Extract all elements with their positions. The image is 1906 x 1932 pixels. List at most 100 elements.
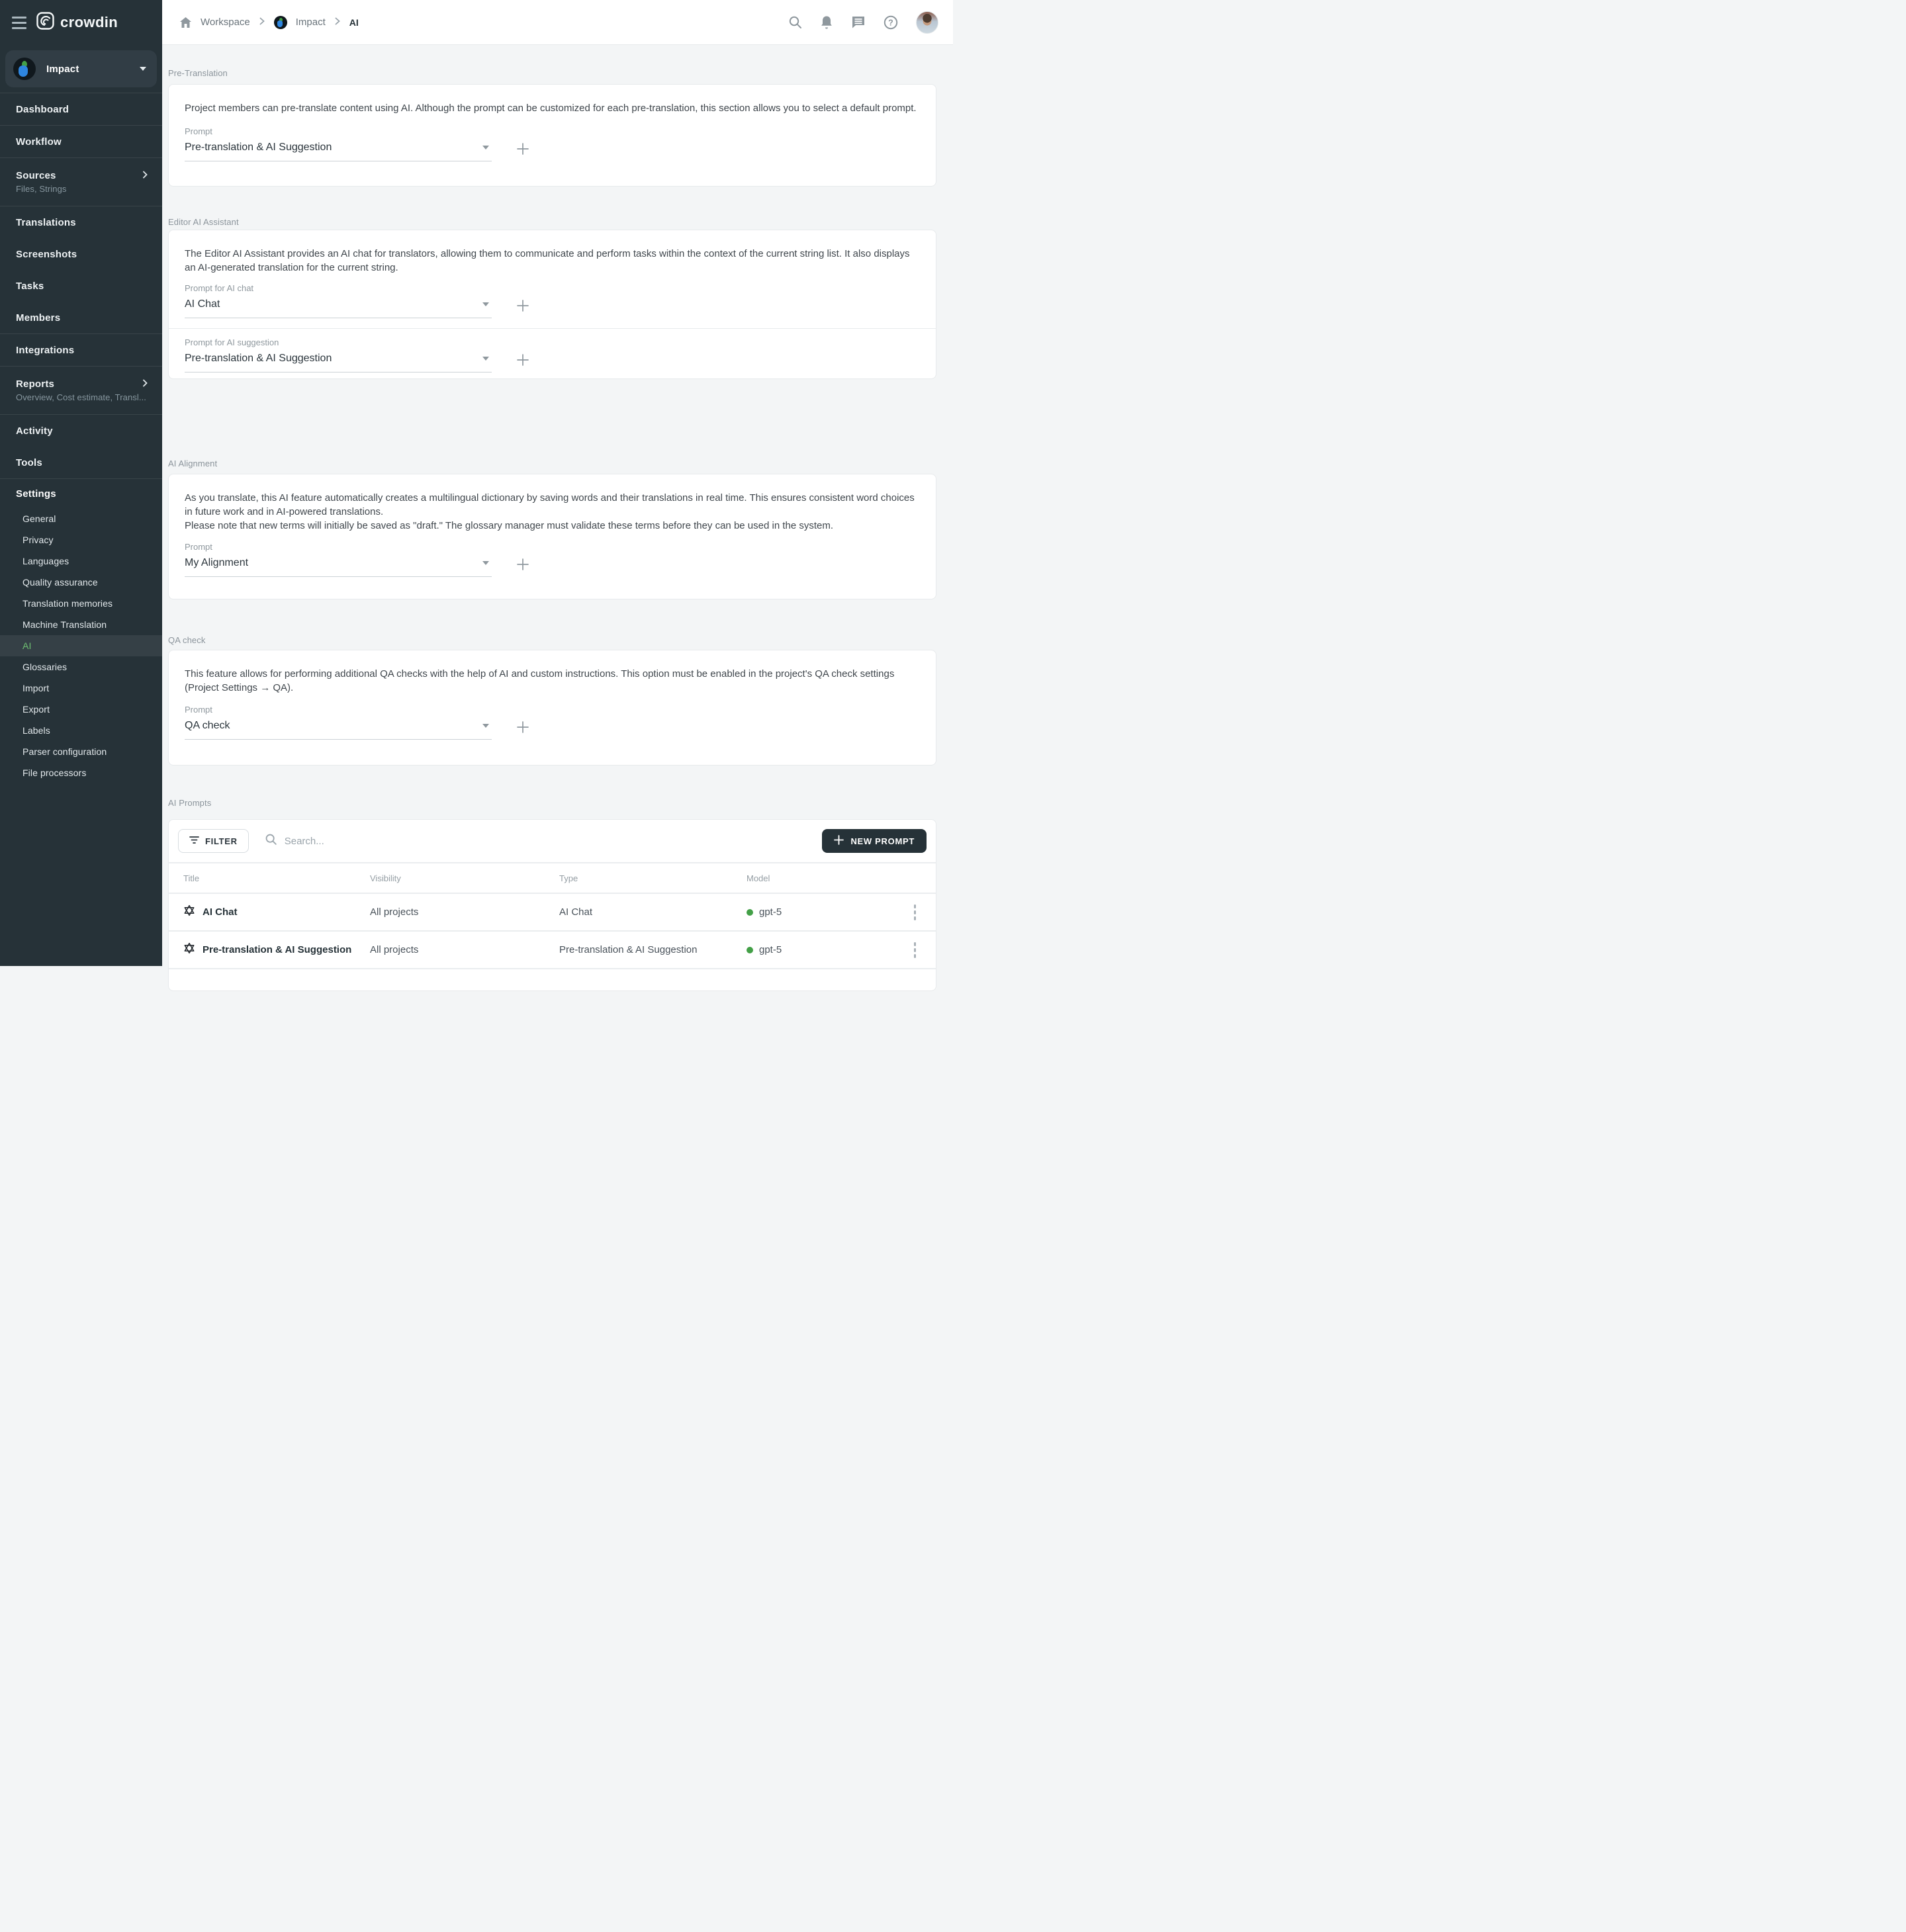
notifications-bell-icon[interactable]	[820, 15, 833, 30]
pre-translation-card: Project members can pre-translate conten…	[168, 84, 936, 187]
sidebar-item-workflow[interactable]: Workflow	[0, 126, 162, 157]
ai-alignment-card: As you translate, this AI feature automa…	[168, 474, 936, 599]
home-icon[interactable]	[179, 17, 192, 28]
search-icon	[265, 833, 277, 849]
sidebar-item-sources-subtitle: Files, Strings	[16, 184, 147, 194]
ai-prompts-toolbar: FILTER NEW PROMPT	[169, 820, 936, 862]
project-switcher[interactable]: Impact	[5, 50, 157, 87]
sidebar-item-import[interactable]: Import	[0, 678, 162, 699]
openai-icon	[183, 904, 195, 920]
row-menu-kebab-icon[interactable]	[907, 940, 923, 961]
new-prompt-button[interactable]: NEW PROMPT	[822, 829, 927, 853]
breadcrumb: Workspace Impact AI	[179, 16, 359, 29]
sidebar-item-file-processors[interactable]: File processors	[0, 762, 162, 783]
section-label-qa-check: QA check	[168, 635, 205, 645]
sidebar-item-labels[interactable]: Labels	[0, 720, 162, 741]
sidebar-item-parser-configuration[interactable]: Parser configuration	[0, 741, 162, 762]
sidebar-item-sources[interactable]: Sources Files, Strings	[0, 158, 162, 206]
select-caret-icon	[482, 357, 489, 361]
sidebar-item-translations[interactable]: Translations	[0, 206, 162, 238]
sidebar-item-quality-assurance[interactable]: Quality assurance	[0, 572, 162, 593]
prompt-type: Pre-translation & AI Suggestion	[559, 944, 747, 955]
prompt-model: gpt-5	[759, 906, 782, 918]
add-prompt-button[interactable]	[516, 353, 530, 367]
select-caret-icon	[482, 146, 489, 150]
chevron-right-icon	[141, 378, 149, 390]
sidebar-item-ai[interactable]: AI	[0, 635, 162, 656]
sidebar-top: crowdin	[0, 0, 162, 45]
search-icon[interactable]	[788, 15, 802, 29]
sidebar-item-screenshots[interactable]: Screenshots	[0, 238, 162, 270]
table-row[interactable]: Pre-translation & AI Suggestion All proj…	[169, 932, 936, 968]
hamburger-menu-icon[interactable]	[12, 17, 26, 29]
chevron-right-icon	[141, 170, 149, 181]
section-label-pre-translation: Pre-Translation	[168, 68, 228, 78]
qa-check-description: This feature allows for performing addit…	[185, 667, 919, 695]
sidebar-item-integrations[interactable]: Integrations	[0, 334, 162, 366]
sidebar-item-glossaries[interactable]: Glossaries	[0, 656, 162, 678]
section-label-editor-ai-assistant: Editor AI Assistant	[168, 217, 239, 227]
user-avatar[interactable]	[916, 11, 938, 34]
section-label-ai-prompts: AI Prompts	[168, 798, 211, 808]
prompt-for-ai-chat-label: Prompt for AI chat	[185, 283, 920, 293]
divider	[169, 328, 936, 329]
add-prompt-button[interactable]	[516, 298, 530, 313]
sidebar-item-members[interactable]: Members	[0, 302, 162, 333]
project-avatar	[13, 58, 36, 80]
sidebar-item-reports-subtitle: Overview, Cost estimate, Transl...	[16, 392, 147, 402]
prompt-label: Prompt	[185, 705, 920, 715]
row-menu-kebab-icon[interactable]	[907, 902, 923, 923]
breadcrumb-project-avatar	[274, 16, 287, 29]
ai-suggestion-note: Using the AI Suggestion in editor can re…	[185, 378, 920, 379]
breadcrumb-project[interactable]: Impact	[296, 17, 326, 28]
chevron-right-icon	[259, 17, 265, 28]
table-row[interactable]: AI Chat All projects AI Chat gpt-5	[169, 894, 936, 930]
table-header: Title Visibility Type Model	[169, 863, 936, 893]
sidebar-item-privacy[interactable]: Privacy	[0, 529, 162, 550]
project-name: Impact	[46, 64, 140, 75]
ai-alignment-prompt-select[interactable]: My Alignment	[185, 552, 492, 577]
prompt-type: AI Chat	[559, 906, 747, 918]
select-caret-icon	[482, 561, 489, 565]
sidebar-item-activity[interactable]: Activity	[0, 415, 162, 447]
crowdin-logo[interactable]: crowdin	[36, 12, 118, 33]
sidebar-item-general[interactable]: General	[0, 508, 162, 529]
ai-chat-prompt-select[interactable]: AI Chat	[185, 293, 492, 318]
openai-icon	[183, 942, 195, 957]
select-caret-icon	[482, 724, 489, 728]
search-input[interactable]	[285, 836, 563, 847]
add-prompt-button[interactable]	[516, 557, 530, 572]
ai-prompts-card: FILTER NEW PROMPT Title Visibility Type …	[168, 819, 936, 991]
column-header-model: Model	[747, 873, 907, 883]
sidebar-item-dashboard[interactable]: Dashboard	[0, 93, 162, 125]
ai-suggestion-prompt-select[interactable]: Pre-translation & AI Suggestion	[185, 347, 492, 373]
editor-ai-assistant-card: The Editor AI Assistant provides an AI c…	[168, 230, 936, 379]
sidebar-item-translation-memories[interactable]: Translation memories	[0, 593, 162, 614]
crowdin-logo-icon	[36, 12, 54, 33]
plus-icon	[834, 835, 844, 847]
prompt-for-ai-suggestion-label: Prompt for AI suggestion	[185, 337, 920, 347]
prompt-visibility: All projects	[370, 906, 559, 918]
column-header-type: Type	[559, 873, 747, 883]
help-icon[interactable]: ?	[884, 15, 898, 30]
add-prompt-button[interactable]	[516, 142, 530, 156]
sidebar-item-machine-translation[interactable]: Machine Translation	[0, 614, 162, 635]
sidebar-item-export[interactable]: Export	[0, 699, 162, 720]
main-content: Pre-Translation Project members can pre-…	[168, 45, 936, 966]
divider	[169, 968, 936, 969]
sidebar-item-reports[interactable]: Reports Overview, Cost estimate, Transl.…	[0, 367, 162, 414]
messages-chat-icon[interactable]	[851, 15, 866, 29]
sidebar-item-tasks[interactable]: Tasks	[0, 270, 162, 302]
sidebar-item-tools[interactable]: Tools	[0, 447, 162, 478]
sidebar-settings-header: Settings	[0, 479, 162, 508]
prompt-title: Pre-translation & AI Suggestion	[203, 944, 351, 955]
column-header-title: Title	[183, 873, 370, 883]
pre-translation-prompt-select[interactable]: Pre-translation & AI Suggestion	[185, 136, 492, 161]
breadcrumb-workspace[interactable]: Workspace	[201, 17, 250, 28]
qa-check-prompt-select[interactable]: QA check	[185, 715, 492, 740]
add-prompt-button[interactable]	[516, 720, 530, 734]
prompt-label: Prompt	[185, 542, 920, 552]
filter-button[interactable]: FILTER	[178, 829, 249, 853]
topbar-actions: ?	[788, 11, 938, 34]
sidebar-item-languages[interactable]: Languages	[0, 550, 162, 572]
